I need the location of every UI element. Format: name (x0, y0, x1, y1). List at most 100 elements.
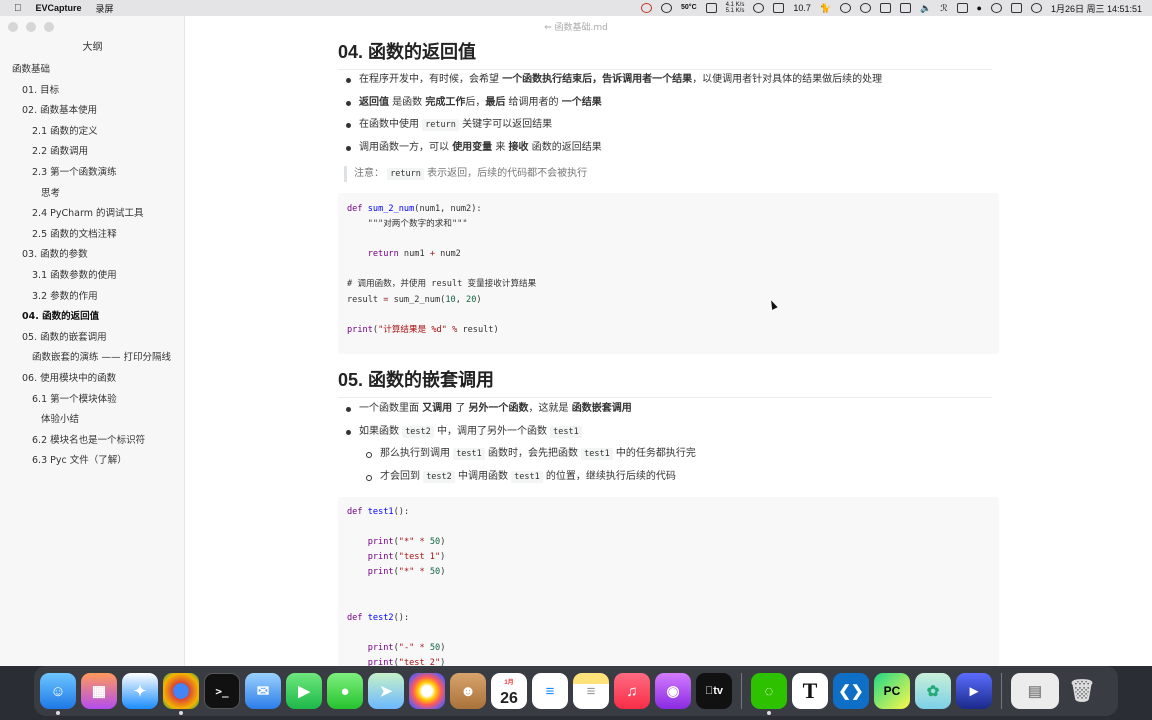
code-keyword: def (347, 612, 363, 623)
code-block-nested[interactable]: def test1 (): print("*" * 50) print("test… (338, 497, 999, 666)
outline-item[interactable]: 6.3 Pyc 文件（了解） (0, 453, 185, 474)
messages-icon[interactable]: ● (327, 673, 363, 709)
running-indicator (179, 711, 183, 715)
code-line: print("计算结果是 %d" % result) (347, 323, 999, 338)
code-line: print("test 2") (347, 656, 999, 666)
outline-item[interactable]: 思考 (0, 186, 185, 207)
vscode-icon[interactable]: ❮❯ (833, 673, 869, 709)
focus-icon[interactable] (753, 3, 765, 13)
bold-text: 完成工作 (425, 96, 466, 108)
facetime-icon[interactable]: ▶ (286, 673, 322, 709)
music-icon[interactable]: ♫ (614, 673, 650, 709)
recording-status-icon[interactable] (641, 3, 653, 13)
text: 关键字可以返回结果 (458, 119, 553, 130)
outline-item[interactable]: 2.1 函数的定义 (0, 124, 185, 145)
code-line: print("*" * 50) (347, 565, 999, 580)
calendar-icon[interactable]: 1月 26 (491, 673, 527, 709)
reminders-icon[interactable]: ≡ (532, 673, 568, 709)
outline-item[interactable]: 02. 函数基本使用 (0, 103, 185, 124)
clock-icon[interactable] (860, 3, 872, 13)
inline-code: test1 (581, 448, 613, 460)
code-line: def sum_2_num(num1, num2): (347, 202, 999, 217)
siri-icon[interactable] (1030, 3, 1042, 13)
code-line: print("-" * 50) (347, 641, 999, 656)
note-label: 注意： (354, 168, 384, 179)
code-function: test1 (367, 507, 394, 517)
outline-item[interactable]: 3.1 函数参数的使用 (0, 268, 185, 289)
photos-icon[interactable] (409, 673, 445, 709)
mail-icon[interactable]: ✉ (245, 673, 281, 709)
typora-icon[interactable]: T (792, 673, 828, 709)
monitor-icon[interactable] (773, 3, 785, 13)
control-center-icon[interactable] (1010, 3, 1022, 13)
display-icon[interactable] (880, 3, 892, 13)
outline-item[interactable]: 函数基础 (0, 62, 185, 83)
outline-item[interactable]: 2.4 PyCharm 的调试工具 (0, 206, 185, 227)
network-speed-indicator[interactable]: 4.1 K/s 5.1 K/s (726, 2, 745, 14)
safari-icon[interactable]: ✦ (122, 673, 158, 709)
outline-item[interactable]: 6.1 第一个模块体验 (0, 392, 185, 413)
podcasts-icon[interactable]: ◉ (655, 673, 691, 709)
editor-content[interactable]: 04. 函数的返回值 在程序开发中，有时候，会希望 一个函数执行结束后，告诉调用… (338, 16, 1000, 666)
battery-percent-text[interactable]: 10.7 (793, 3, 811, 13)
sync-icon[interactable] (900, 3, 912, 13)
code-text: num2 (434, 249, 461, 260)
outline-item[interactable]: 06. 使用模块中的函数 (0, 371, 185, 392)
outline-item[interactable]: 2.5 函数的文档注释 (0, 227, 185, 248)
code-number: 20 (466, 294, 477, 305)
finder-icon[interactable]: ☺ (40, 673, 76, 715)
screen-recorder-icon[interactable]: ► (956, 673, 992, 709)
code-text: ) (440, 567, 446, 578)
outline-item[interactable]: 01. 目标 (0, 83, 185, 104)
code-text: (): (393, 612, 410, 623)
bluetooth-icon[interactable]: ℛ (940, 3, 947, 14)
evcapture-icon[interactable]: ✿ (915, 673, 951, 709)
downloads-stack-icon[interactable]: ▤ (1011, 673, 1059, 709)
notes-icon[interactable]: ≡ (573, 673, 609, 709)
play-icon[interactable] (840, 3, 852, 13)
wechat-icon[interactable]: ◌ (751, 673, 787, 715)
outline-list: 函数基础 01. 目标 02. 函数基本使用 2.1 函数的定义 2.2 函数调用 2.3… (0, 62, 185, 474)
code-text: , (455, 294, 467, 305)
cpu-temp-indicator[interactable]: 50°C (681, 4, 697, 11)
contacts-icon[interactable]: ☻ (450, 673, 486, 709)
outline-item[interactable]: 2.3 第一个函数演练 (0, 165, 185, 186)
text: ，以便调用者针对具体的结果做后续的处理 (692, 74, 883, 85)
appletv-icon[interactable]: tv (696, 673, 732, 709)
text: 中的任务都执行完 (612, 448, 696, 459)
launchpad-icon[interactable]: ▦ (81, 673, 117, 709)
battery-icon[interactable] (956, 3, 968, 13)
outline-item[interactable]: 04. 函数的返回值 (0, 309, 185, 330)
inline-code: test1 (453, 448, 485, 460)
outline-item[interactable]: 05. 函数的嵌套调用 (0, 330, 185, 351)
trash-icon[interactable]: 🗑 (1064, 673, 1100, 709)
cat-icon[interactable]: 🐈 (820, 3, 831, 14)
outline-item[interactable]: 函数嵌套的演练 —— 打印分隔线 (0, 350, 185, 371)
wifi-icon[interactable]: ● (977, 3, 982, 13)
code-string: "*" (398, 537, 415, 548)
record-menu[interactable]: 录屏 (96, 2, 114, 15)
outline-item[interactable]: 3.2 参数的作用 (0, 289, 185, 310)
code-block-return[interactable]: def sum_2_num(num1, num2): """对两个数字的求和""… (338, 193, 999, 354)
outline-item[interactable]: 6.2 模块名也是一个标识符 (0, 433, 185, 454)
maps-icon[interactable]: ➤ (368, 673, 404, 709)
bold-text: 使用变量 (452, 141, 493, 153)
datetime[interactable]: 1月26日 周三 14:51:51 (1051, 2, 1142, 15)
inline-code: test2 (402, 425, 434, 438)
code-number: 50 (429, 642, 441, 653)
outline-item[interactable]: 2.2 函数调用 (0, 144, 185, 165)
terminal-icon[interactable]: >_ (204, 673, 240, 709)
calendar-day: 26 (500, 690, 518, 707)
search-icon[interactable] (990, 3, 1002, 13)
outline-item[interactable]: 体验小结 (0, 412, 185, 433)
apple-menu-icon[interactable]:  (14, 3, 22, 14)
pycharm-icon[interactable]: PC (874, 673, 910, 709)
grid-status-icon[interactable] (705, 3, 717, 13)
outline-item[interactable]: 03. 函数的参数 (0, 247, 185, 268)
code-operator: * (414, 537, 430, 548)
chrome-icon[interactable] (163, 673, 199, 715)
app-menu[interactable]: EVCapture (36, 3, 82, 13)
volume-icon[interactable]: 🔈 (920, 3, 931, 14)
wechat-status-icon[interactable] (661, 3, 673, 13)
